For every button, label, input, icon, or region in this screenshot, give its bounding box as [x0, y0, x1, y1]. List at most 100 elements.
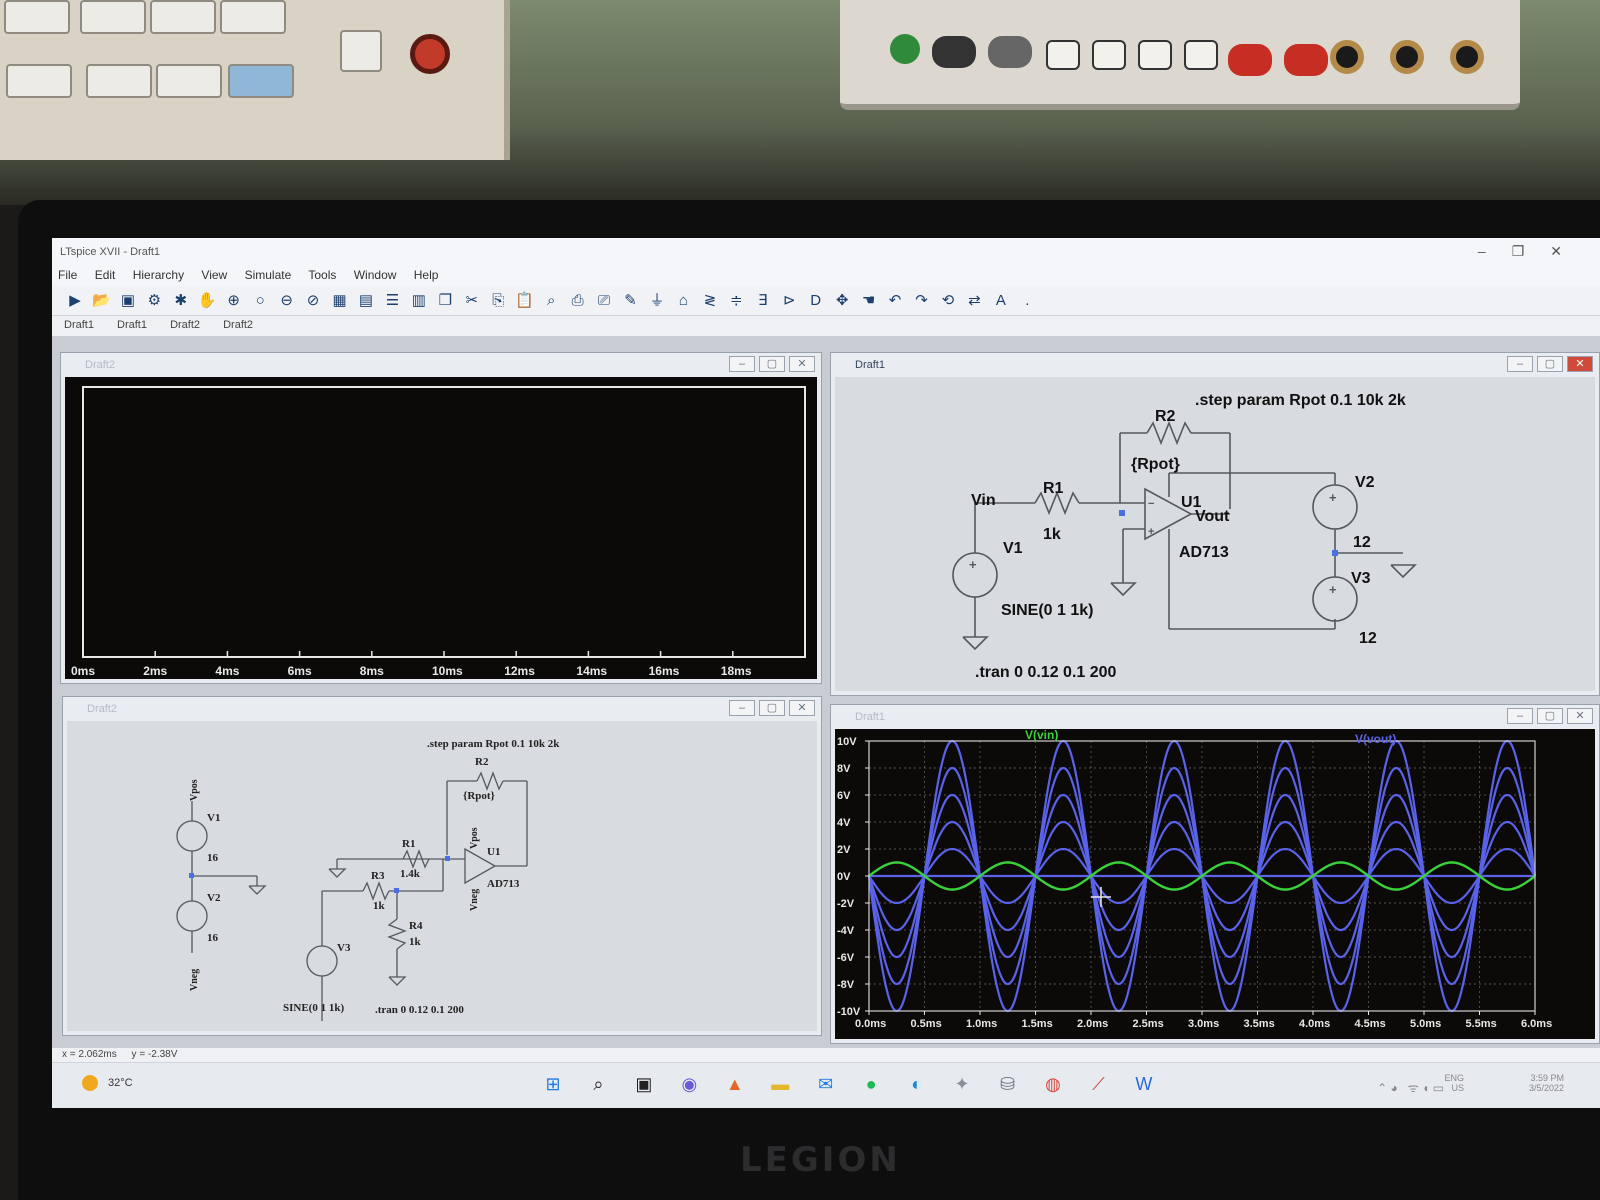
- trace-label-vin[interactable]: V(vin): [1025, 728, 1058, 742]
- x-axis-ticks: 0ms 2ms 4ms 6ms 8ms 10ms 12ms 14ms 16ms 18ms: [71, 651, 752, 678]
- pan-hand-icon[interactable]: ✋: [196, 290, 218, 312]
- tray-icons[interactable]: ⌃ ◕ ᯤ ◖ ▭: [1377, 1079, 1444, 1096]
- zoom-in-icon[interactable]: ⊕: [223, 290, 245, 312]
- capacitor-icon[interactable]: ≑: [725, 290, 747, 312]
- find-icon[interactable]: ⌕: [540, 290, 562, 312]
- mail-icon[interactable]: ✉: [813, 1071, 839, 1097]
- cascade-icon[interactable]: ❐: [434, 290, 456, 312]
- text-icon[interactable]: A: [990, 290, 1012, 312]
- tran-directive[interactable]: .tran 0 0.12 0.1 200: [375, 1004, 464, 1016]
- close-button[interactable]: ✕: [1567, 708, 1593, 724]
- tab-draft2-plot[interactable]: Draft2: [170, 319, 200, 331]
- diode-icon[interactable]: ⊳: [778, 290, 800, 312]
- ltspice-icon[interactable]: ⟋: [1085, 1071, 1111, 1097]
- tab-draft1-schematic[interactable]: Draft1: [64, 319, 94, 331]
- component-icon[interactable]: D: [805, 290, 827, 312]
- task-view-icon[interactable]: ▣: [631, 1071, 657, 1097]
- close-button[interactable]: ✕: [1567, 356, 1593, 372]
- copy-icon[interactable]: ⎘: [487, 290, 509, 312]
- v3-source-spec[interactable]: SINE(0 1 1k): [283, 1002, 344, 1014]
- x-tick-label: 2.5ms: [1133, 1018, 1164, 1030]
- run-icon[interactable]: ▶: [64, 290, 86, 312]
- menu-hierarchy[interactable]: Hierarchy: [133, 268, 184, 282]
- menu-edit[interactable]: Edit: [95, 268, 116, 282]
- spice-directive-icon[interactable]: .: [1016, 290, 1038, 312]
- menu-help[interactable]: Help: [414, 268, 439, 282]
- halt-icon[interactable]: ✱: [170, 290, 192, 312]
- minimize-button[interactable]: –: [1478, 243, 1512, 259]
- ground-icon[interactable]: ⏚: [646, 290, 668, 312]
- tray-language[interactable]: ENG US: [1444, 1073, 1464, 1093]
- tab-draft2-schematic[interactable]: Draft2: [223, 319, 253, 331]
- matlab-icon[interactable]: ▲: [722, 1071, 748, 1097]
- word-icon[interactable]: W: [1131, 1071, 1157, 1097]
- draw-wire-icon[interactable]: ✎: [620, 290, 642, 312]
- rotate-icon[interactable]: ⟲: [937, 290, 959, 312]
- step-directive[interactable]: .step param Rpot 0.1 10k 2k: [427, 738, 560, 750]
- autorange-icon[interactable]: ▦: [329, 290, 351, 312]
- cut-icon[interactable]: ✂: [461, 290, 483, 312]
- waveform-canvas[interactable]: 10V 8V 6V 4V 2V 0V -2V -4V -6V -8V -10V 0.0ms 0.5ms 1…: [835, 728, 1595, 1039]
- zoom-fit-icon[interactable]: ⊘: [302, 290, 324, 312]
- file-explorer-icon[interactable]: ▬: [767, 1071, 793, 1097]
- spotify-icon[interactable]: ●: [858, 1071, 884, 1097]
- zoom-area-icon[interactable]: ○: [249, 290, 271, 312]
- paste-icon[interactable]: 📋: [514, 290, 536, 312]
- menu-simulate[interactable]: Simulate: [245, 268, 292, 282]
- close-button[interactable]: ✕: [789, 700, 815, 716]
- drag-icon[interactable]: ☚: [858, 290, 880, 312]
- redo-icon[interactable]: ↷: [911, 290, 933, 312]
- tile-horizontal-icon[interactable]: ☰: [381, 290, 403, 312]
- close-button[interactable]: ✕: [1550, 243, 1588, 259]
- save-icon[interactable]: ▣: [117, 290, 139, 312]
- menu-view[interactable]: View: [201, 268, 227, 282]
- menu-tools[interactable]: Tools: [308, 268, 336, 282]
- minimize-button[interactable]: –: [1507, 356, 1533, 372]
- zoom-out-icon[interactable]: ⊖: [276, 290, 298, 312]
- window-controls[interactable]: –❐✕: [1478, 243, 1588, 260]
- chat-icon[interactable]: ◉: [676, 1071, 702, 1097]
- mirror-icon[interactable]: ⇄: [963, 290, 985, 312]
- search-icon[interactable]: ⌕: [585, 1071, 611, 1097]
- restore-button[interactable]: ▢: [759, 700, 785, 716]
- schematic-canvas[interactable]: + + + − + .step param Rpot 0.1 10k 2k R2…: [835, 377, 1595, 691]
- app-icon[interactable]: ⛁: [995, 1071, 1021, 1097]
- trace-label-vout[interactable]: V(vout): [1355, 732, 1396, 746]
- window-title: Draft1: [855, 359, 885, 371]
- app-icon[interactable]: ✦: [949, 1071, 975, 1097]
- step-directive[interactable]: .step param Rpot 0.1 10k 2k: [1195, 392, 1406, 409]
- resistor-icon[interactable]: ≷: [699, 290, 721, 312]
- tab-draft1-plot[interactable]: Draft1: [117, 319, 147, 331]
- menu-file[interactable]: File: [58, 268, 77, 282]
- move-icon[interactable]: ✥: [831, 290, 853, 312]
- control-panel-icon[interactable]: ⚙: [143, 290, 165, 312]
- schematic-canvas[interactable]: .step param Rpot 0.1 10k 2k R2 {Rpot} R1…: [67, 721, 817, 1031]
- print-preview-icon[interactable]: ⎚: [593, 290, 615, 312]
- menu-window[interactable]: Window: [354, 268, 397, 282]
- print-icon[interactable]: ⎙: [567, 290, 589, 312]
- pick-traces-icon[interactable]: ▤: [355, 290, 377, 312]
- minimize-button[interactable]: –: [1507, 708, 1533, 724]
- edge-icon[interactable]: ◐: [904, 1071, 930, 1097]
- plot-canvas[interactable]: 0ms 2ms 4ms 6ms 8ms 10ms 12ms 14ms 16ms 18ms: [65, 377, 817, 679]
- open-icon[interactable]: 📂: [90, 290, 112, 312]
- minimize-button[interactable]: –: [729, 356, 755, 372]
- chrome-icon[interactable]: ◍: [1040, 1071, 1066, 1097]
- tray-date[interactable]: 3/5/2022: [1529, 1083, 1564, 1093]
- minimize-button[interactable]: –: [729, 700, 755, 716]
- waveform-window: Draft1 – ▢ ✕ 10V 8V 6V 4V 2V 0V -2V -4V -6V -8V -10V…: [830, 704, 1600, 1044]
- undo-icon[interactable]: ↶: [884, 290, 906, 312]
- inductor-icon[interactable]: ∃: [752, 290, 774, 312]
- weather-widget[interactable]: 32°C: [82, 1075, 133, 1091]
- windows-start-icon[interactable]: ⊞: [540, 1071, 566, 1097]
- tile-vertical-icon[interactable]: ▥: [408, 290, 430, 312]
- tran-directive[interactable]: .tran 0 0.12 0.1 200: [975, 664, 1117, 681]
- close-button[interactable]: ✕: [789, 356, 815, 372]
- v1-source-spec[interactable]: SINE(0 1 1k): [1001, 602, 1093, 619]
- tray-time[interactable]: 3:59 PM: [1529, 1073, 1564, 1083]
- label-net-icon[interactable]: ⌂: [672, 290, 694, 312]
- restore-button[interactable]: ▢: [1537, 356, 1563, 372]
- restore-button[interactable]: ▢: [759, 356, 785, 372]
- maximize-button[interactable]: ❐: [1512, 243, 1551, 259]
- restore-button[interactable]: ▢: [1537, 708, 1563, 724]
